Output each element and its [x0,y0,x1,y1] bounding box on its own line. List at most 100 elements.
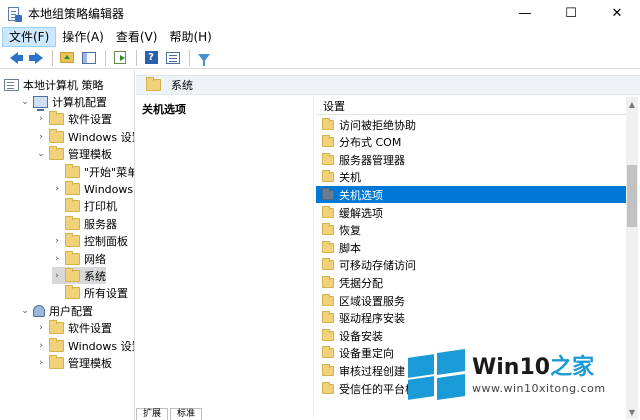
scroll-down-icon[interactable]: ▼ [626,405,638,419]
folder-icon [49,146,64,161]
details-header-title: 系统 [171,79,193,92]
folder-icon [322,135,334,148]
up-level-button[interactable] [57,48,77,68]
menu-item-3[interactable]: 帮助(H) [163,27,217,47]
export-list-button[interactable] [110,48,130,68]
chevron-down-icon[interactable]: ⌄ [36,149,46,159]
tree-item[interactable]: › 网络 [52,250,106,267]
tree-item[interactable]: › Windows 设置 [36,128,134,145]
folder-icon [65,215,80,230]
maximize-button[interactable]: ☐ [548,0,594,27]
list-item[interactable]: 驱动程序安装 [316,310,628,327]
folder-icon [65,198,80,213]
selected-category-title: 关机选项 [142,103,186,116]
tree-item[interactable]: 打印机 [52,198,117,215]
column-header-setting[interactable]: 设置 [316,97,628,115]
tree-item[interactable]: › Windows 组件 [52,180,134,197]
tree-item[interactable]: 所有设置 [52,285,128,302]
folder-icon [322,187,334,200]
folder-icon [49,111,64,126]
forward-arrow-icon [29,51,43,64]
list-item-label: 驱动程序安装 [339,312,405,326]
chevron-right-icon[interactable]: › [52,271,62,281]
chevron-right-icon[interactable]: › [36,114,46,124]
forward-button[interactable] [26,48,46,68]
list-item[interactable]: 分布式 COM [316,134,628,151]
chevron-down-icon[interactable]: ⌄ [20,97,30,107]
tree-item[interactable]: › 控制面板 [52,233,128,250]
tree-item[interactable]: ⌄ 管理模板 [36,146,112,163]
folder-icon [65,163,80,178]
tree-item[interactable]: › Windows 设置 [36,337,134,354]
tree-item[interactable]: 服务器 [52,215,117,232]
list-item-label: 受信任的平台模 [339,382,416,396]
list-item[interactable]: 访问被拒绝协助 [316,116,628,133]
toolbar-separator [105,49,106,66]
menu-item-0[interactable]: 文件(F) [2,27,57,47]
list-item-label: 可移动存储访问 [339,259,416,273]
view-tab-0[interactable]: 扩展 [136,408,169,420]
tree-item[interactable]: "开始"菜单和 [52,163,134,180]
chevron-right-icon[interactable]: › [36,323,46,333]
tree-item[interactable]: › 软件设置 [36,111,112,128]
scrollbar-thumb[interactable] [627,165,637,227]
navigation-tree: 本地计算机 策略 ⌄ 计算机配置 › 软件设置 › Windows 设置 ⌄ 管理模板 "开始"菜… [0,70,135,420]
list-item[interactable]: 恢复 [316,222,628,239]
menu-bar: 文件(F) 操作(A) 查看(V) 帮助(H) [0,27,640,47]
tree-item-label: 软件设置 [68,322,112,336]
list-item-label: 关机选项 [339,188,383,202]
tree-item-label: 服务器 [84,217,117,231]
list-item[interactable]: 脚本 [316,239,628,256]
tree-item[interactable]: › 管理模板 [36,354,112,371]
show-hide-tree-button[interactable] [79,48,99,68]
back-button[interactable] [4,48,24,68]
list-item[interactable]: 缓解选项 [316,204,628,221]
close-button[interactable]: ✕ [594,0,640,27]
menu-item-1[interactable]: 操作(A) [56,27,110,47]
chevron-right-icon[interactable]: › [52,254,62,264]
pane-divider [313,96,314,418]
chevron-right-icon[interactable]: › [52,236,62,246]
tree-item[interactable]: › 系统 [52,267,106,285]
folder-icon [322,205,334,218]
list-item[interactable]: 凭据分配 [316,274,628,291]
window-controls: — ☐ ✕ [502,0,640,27]
list-item-label: 设备安装 [339,329,383,343]
list-item[interactable]: 设备安装 [316,327,628,344]
help-button[interactable]: ? [141,48,161,68]
list-item[interactable]: 可移动存储访问 [316,257,628,274]
tree-item[interactable]: ⌄ 计算机配置 [20,93,107,111]
view-tab-1[interactable]: 标准 [170,408,203,420]
filter-icon [198,53,210,66]
filter-button[interactable] [194,48,214,68]
watermark-brand-suffix: 之家 [550,354,595,380]
tree-item-label: Windows 组件 [84,182,134,196]
folder-icon [322,293,334,306]
properties-button[interactable] [163,48,183,68]
folder-icon [322,240,334,253]
menu-item-2[interactable]: 查看(V) [110,27,164,47]
tree-item[interactable]: ⌄ 用户配置 [20,302,93,319]
watermark-brand: Win10之家 [472,354,606,380]
chevron-right-icon[interactable]: › [36,358,46,368]
list-item[interactable]: 关机选项 [316,186,628,204]
chevron-down-icon[interactable]: ⌄ [20,306,30,316]
win10-watermark: Win10之家 www.win10xitong.com [408,345,634,405]
gpedit-app-icon [6,6,22,22]
scroll-up-icon[interactable]: ▲ [626,97,638,111]
tree-item[interactable]: 本地计算机 策略 [4,76,104,93]
chevron-right-icon[interactable]: › [36,341,46,351]
folder-icon [322,223,334,236]
chevron-right-icon[interactable]: › [52,184,62,194]
folder-icon [49,320,64,335]
chevron-right-icon[interactable]: › [36,132,46,142]
tree-item-label: 打印机 [84,200,117,214]
list-item[interactable]: 服务器管理器 [316,151,628,168]
list-item[interactable]: 关机 [316,169,628,186]
minimize-button[interactable]: — [502,0,548,27]
tree-item[interactable]: › 软件设置 [36,320,112,337]
computer-icon [33,95,48,111]
list-item[interactable]: 区域设置服务 [316,292,628,309]
back-arrow-icon [10,51,23,64]
